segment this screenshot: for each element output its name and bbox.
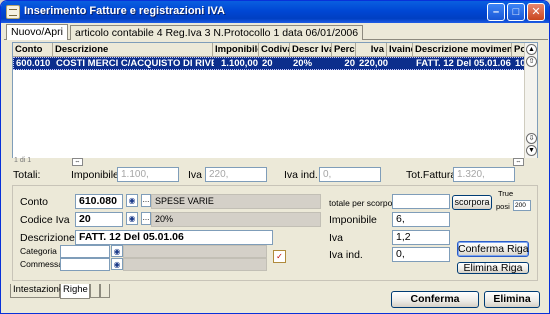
posi-field[interactable]: 200 bbox=[513, 200, 531, 211]
descrizione-field[interactable]: FATT. 12 Del 05.01.06 bbox=[75, 230, 273, 245]
tab-righe[interactable]: Righe bbox=[60, 284, 90, 299]
totali-imponibile-field: 1.100, bbox=[117, 167, 179, 182]
posi-label: posi bbox=[496, 202, 510, 211]
col-header-descr-iva[interactable]: Descr Iva bbox=[290, 43, 332, 57]
hscroll-left-icon[interactable]: ⇔ bbox=[72, 158, 83, 166]
col-header-descrizione[interactable]: Descrizione bbox=[53, 43, 213, 57]
scroll-top-icon[interactable]: ▲ bbox=[526, 44, 537, 55]
conto-label: Conto bbox=[20, 196, 49, 208]
totali-iva-field: 220, bbox=[205, 167, 267, 182]
categoria-field[interactable] bbox=[60, 245, 110, 258]
table-row[interactable]: 600.010 COSTI MERCI C/ACQUISTO DI RIVEND… bbox=[13, 57, 526, 70]
tab-articolo-contabile[interactable]: articolo contabile 4 Reg.Iva 3 N.Protoco… bbox=[70, 25, 364, 40]
ivaind-field[interactable]: 0, bbox=[392, 247, 450, 262]
maximize-icon[interactable]: □ bbox=[507, 3, 525, 21]
grid-status-bar: 1 di 1 ⇔ ⇔ bbox=[12, 157, 538, 167]
totali-iva-label: Iva bbox=[188, 169, 203, 181]
commessa-description bbox=[123, 258, 267, 271]
totali-ivaind-field: 0, bbox=[319, 167, 381, 182]
tab-nuovo-apri[interactable]: Nuovo/Apri bbox=[6, 24, 68, 40]
binoculars-icon[interactable]: ◉ bbox=[126, 212, 138, 225]
binoculars-icon[interactable]: ◉ bbox=[111, 245, 123, 257]
codiva-label: Codice Iva bbox=[20, 214, 70, 226]
tab-empty-1[interactable] bbox=[90, 284, 100, 298]
totali-imponibile-label: Imponibile bbox=[71, 169, 119, 181]
cell-conto: 600.010 bbox=[16, 58, 51, 69]
conto-field[interactable]: 610.080 bbox=[75, 194, 123, 209]
cell-perc: 20 bbox=[344, 58, 355, 69]
col-header-imponibile[interactable]: Imponibile bbox=[213, 43, 259, 57]
top-tab-strip: Nuovo/Apri articolo contabile 4 Reg.Iva … bbox=[4, 23, 548, 40]
app-icon bbox=[6, 5, 20, 19]
elimina-button[interactable]: Elimina bbox=[484, 291, 540, 308]
categoria-description bbox=[123, 245, 267, 258]
conferma-riga-button[interactable]: Conferma Riga bbox=[457, 241, 529, 257]
scroll-up-icon[interactable]: ⇧ bbox=[526, 56, 537, 67]
binoculars-icon[interactable]: ◉ bbox=[126, 194, 138, 207]
totali-totfattura-label: Tot.Fattura bbox=[406, 169, 457, 181]
scorporo-label: totale per scorporo bbox=[329, 198, 400, 208]
commessa-field[interactable] bbox=[60, 258, 110, 271]
scroll-down-icon[interactable]: ⇩ bbox=[526, 133, 537, 144]
bottom-tab-strip: Intestazione Righe bbox=[10, 284, 120, 300]
close-icon[interactable]: ✕ bbox=[527, 3, 545, 21]
totali-totfattura-field: 1.320, bbox=[453, 167, 515, 182]
elimina-riga-button[interactable]: Elimina Riga bbox=[457, 262, 529, 274]
note-edit-icon[interactable]: ✓ bbox=[273, 250, 286, 263]
true-label: True bbox=[498, 189, 514, 198]
col-header-iva[interactable]: Iva bbox=[356, 43, 387, 57]
cell-iva: 220,00 bbox=[359, 58, 388, 69]
imponibile-label: Imponibile bbox=[329, 214, 377, 226]
righe-grid[interactable]: Conto Descrizione Imponibile Codiva Desc… bbox=[12, 42, 538, 159]
cell-descr-iva: 20% bbox=[293, 58, 313, 69]
hscroll-right-icon[interactable]: ⇔ bbox=[513, 158, 524, 166]
minimize-icon[interactable]: – bbox=[487, 3, 505, 21]
col-header-ivaind[interactable]: Ivaind bbox=[387, 43, 413, 57]
cell-ivaind bbox=[388, 58, 414, 70]
scorpora-button[interactable]: scorpora bbox=[452, 195, 492, 210]
title-bar[interactable]: Inserimento Fatture e registrazioni IVA … bbox=[1, 1, 549, 23]
iva-label: Iva bbox=[329, 232, 344, 244]
codiva-field[interactable]: 20 bbox=[75, 212, 123, 227]
invoice-window: Inserimento Fatture e registrazioni IVA … bbox=[0, 0, 550, 314]
grid-header: Conto Descrizione Imponibile Codiva Desc… bbox=[13, 43, 525, 57]
codiva-description: 20% bbox=[151, 212, 321, 227]
scorporo-field[interactable] bbox=[392, 194, 450, 209]
col-header-perc[interactable]: Perc bbox=[332, 43, 356, 57]
col-header-conto[interactable]: Conto bbox=[13, 43, 53, 57]
conferma-button[interactable]: Conferma bbox=[391, 291, 479, 308]
cell-descrizione-movimento: FATT. 12 Del 05.01.06 bbox=[416, 58, 511, 69]
cell-imponibile: 1.100,00 bbox=[221, 58, 258, 69]
conto-description: SPESE VARIE bbox=[151, 194, 321, 209]
binoculars-icon[interactable]: ◉ bbox=[111, 258, 123, 270]
window-title: Inserimento Fatture e registrazioni IVA bbox=[24, 5, 225, 17]
col-header-codiva[interactable]: Codiva bbox=[259, 43, 290, 57]
conto-browse-button[interactable]: ... bbox=[141, 194, 151, 207]
ivaind-label: Iva ind. bbox=[329, 249, 363, 261]
col-header-descrizione-movimento[interactable]: Descrizione movimento bbox=[413, 43, 512, 57]
grid-vertical-scrollbar[interactable]: ▲ ⇧ ⇩ ▼ bbox=[524, 43, 537, 158]
categoria-label: Categoria bbox=[20, 246, 57, 256]
tab-empty-2[interactable] bbox=[100, 284, 110, 298]
record-count: 1 di 1 bbox=[14, 157, 32, 164]
iva-field[interactable]: 1,2 bbox=[392, 230, 450, 245]
codiva-browse-button[interactable]: ... bbox=[141, 212, 151, 225]
descrizione-label: Descrizione bbox=[20, 232, 75, 244]
cell-codiva: 20 bbox=[262, 58, 273, 69]
totali-label: Totali: bbox=[13, 169, 41, 181]
tab-intestazione[interactable]: Intestazione bbox=[10, 284, 64, 298]
imponibile-field[interactable]: 6, bbox=[392, 212, 450, 227]
cell-descrizione: COSTI MERCI C/ACQUISTO DI RIVENDITA bbox=[56, 58, 214, 69]
commessa-label: Commessa bbox=[20, 259, 63, 269]
totali-ivaind-label: Iva ind. bbox=[284, 169, 318, 181]
scroll-bottom-icon[interactable]: ▼ bbox=[526, 145, 537, 156]
